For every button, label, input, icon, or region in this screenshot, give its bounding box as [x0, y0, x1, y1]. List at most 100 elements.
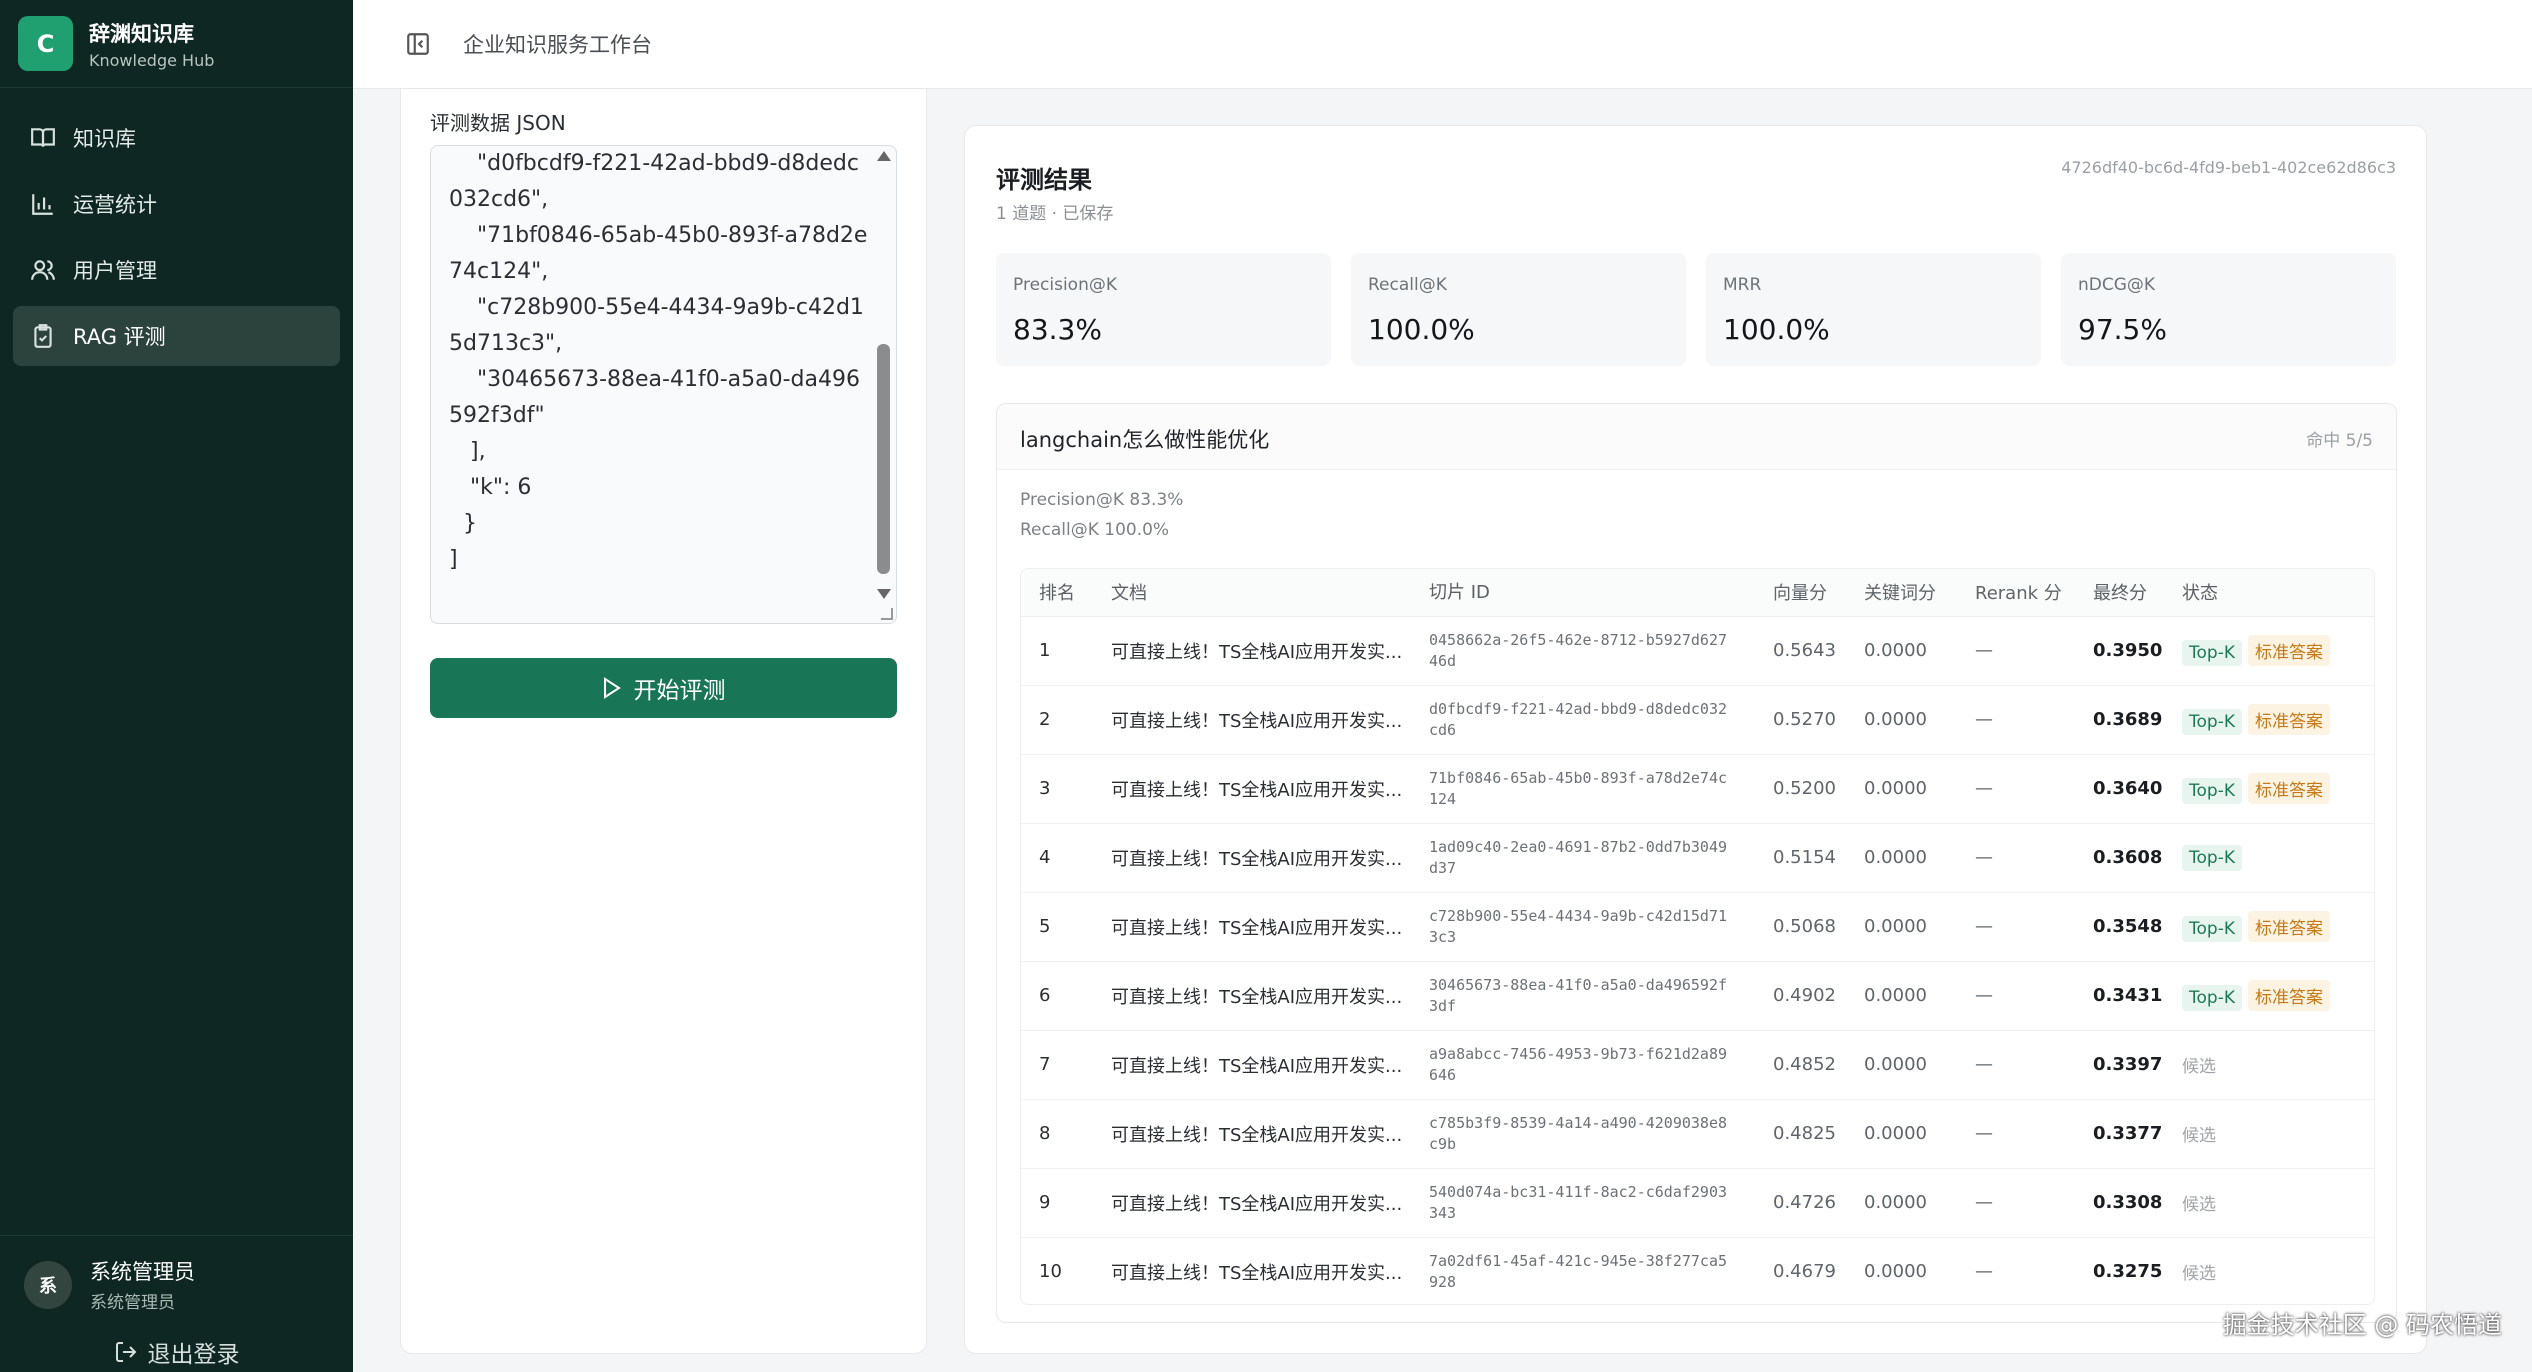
- sidebar-item-label: RAG 评测: [73, 325, 166, 349]
- table-row[interactable]: 6 可直接上线！TS全栈AI应用开发实... 30465673-88ea-41f0-…: [1021, 961, 2374, 1030]
- cell-status: Top-K 标准答案: [2168, 754, 2374, 823]
- cell-final-score: 0.3275: [2093, 1261, 2163, 1282]
- table-row[interactable]: 1 可直接上线！TS全栈AI应用开发实... 0458662a-26f5-462e-…: [1021, 616, 2374, 685]
- scroll-thumb[interactable]: [877, 344, 890, 574]
- query-header: langchain怎么做性能优化 命中 5/5: [997, 404, 2396, 470]
- cell-vector-score: 0.4825: [1773, 1123, 1836, 1144]
- cell-status: Top-K 标准答案: [2168, 616, 2374, 685]
- table-row[interactable]: 9 可直接上线！TS全栈AI应用开发实... 540d074a-bc31-411f-…: [1021, 1168, 2374, 1237]
- results-run-id: 4726df40-bc6d-4fd9-beb1-402ce62d86c3: [2061, 158, 2396, 177]
- topk-badge: Top-K: [2182, 640, 2242, 666]
- cell-keyword-score: 0.0000: [1864, 778, 1927, 799]
- cell-rank: 4: [1039, 847, 1051, 868]
- json-input-label: 评测数据 JSON: [430, 111, 566, 135]
- table-row[interactable]: 4 可直接上线！TS全栈AI应用开发实... 1ad09c40-2ea0-4691-…: [1021, 823, 2374, 892]
- metric-card-precision: Precision@K 83.3%: [996, 253, 1331, 366]
- cell-rerank-score: —: [1975, 1192, 1993, 1213]
- logout-button[interactable]: 退出登录: [0, 1335, 353, 1369]
- query-result-card: langchain怎么做性能优化 命中 5/5 Precision@K 83.3…: [996, 403, 2397, 1323]
- cell-doc: 可直接上线！TS全栈AI应用开发实...: [1111, 917, 1403, 939]
- cell-status: 候选: [2168, 1168, 2374, 1237]
- metric-value: 100.0%: [1723, 313, 1830, 346]
- cell-final-score: 0.3397: [2093, 1054, 2163, 1075]
- table-row[interactable]: 5 可直接上线！TS全栈AI应用开发实... c728b900-55e4-4434-…: [1021, 892, 2374, 961]
- cell-vector-score: 0.5154: [1773, 847, 1836, 868]
- eval-input-panel: 评测数据 JSON "d0fbcdf9-f221-42ad-bbd9-d8ded…: [400, 89, 927, 1354]
- column-header-rank: 排名: [1021, 569, 1093, 617]
- cell-rank: 8: [1039, 1123, 1051, 1144]
- cell-chunk-id: 540d074a-bc31-411f-8ac2-c6daf2903343: [1429, 1182, 1728, 1222]
- brand: C 辞渊知识库 Knowledge Hub: [0, 0, 353, 88]
- cell-status: 候选: [2168, 1030, 2374, 1099]
- cell-doc: 可直接上线！TS全栈AI应用开发实...: [1111, 848, 1403, 870]
- cell-rerank-score: —: [1975, 709, 1993, 730]
- cell-vector-score: 0.5200: [1773, 778, 1836, 799]
- sidebar-toggle-button[interactable]: [403, 29, 433, 59]
- metric-value: 83.3%: [1013, 313, 1102, 346]
- cell-keyword-score: 0.0000: [1864, 847, 1927, 868]
- table-row[interactable]: 10 可直接上线！TS全栈AI应用开发实... 7a02df61-45af-421c…: [1021, 1237, 2374, 1304]
- scroll-down-arrow-icon[interactable]: [877, 589, 891, 599]
- start-eval-button[interactable]: 开始评测: [430, 658, 897, 718]
- results-title: 评测结果: [996, 166, 1092, 194]
- cell-final-score: 0.3308: [2093, 1192, 2163, 1213]
- scroll-up-arrow-icon[interactable]: [877, 151, 891, 161]
- cell-rank: 2: [1039, 709, 1051, 730]
- sidebar-footer: 系 系统管理员 系统管理员 退出登录: [0, 1235, 353, 1372]
- standard-answer-badge: 标准答案: [2247, 635, 2330, 666]
- cell-chunk-id: 0458662a-26f5-462e-8712-b5927d62746d: [1429, 630, 1728, 670]
- cell-final-score: 0.3689: [2093, 709, 2163, 730]
- sidebar-item-label: 运营统计: [73, 193, 157, 217]
- resize-handle-icon[interactable]: [881, 608, 893, 620]
- topk-badge: Top-K: [2182, 985, 2242, 1011]
- sidebar-item-stats[interactable]: 运营统计: [13, 174, 340, 234]
- cell-keyword-score: 0.0000: [1864, 1054, 1927, 1075]
- cell-vector-score: 0.4726: [1773, 1192, 1836, 1213]
- cell-vector-score: 0.5270: [1773, 709, 1836, 730]
- cell-vector-score: 0.5068: [1773, 916, 1836, 937]
- topk-badge: Top-K: [2182, 916, 2242, 942]
- sidebar-item-label: 知识库: [73, 127, 136, 151]
- table-row[interactable]: 3 可直接上线！TS全栈AI应用开发实... 71bf0846-65ab-45b0-…: [1021, 754, 2374, 823]
- sidebar-item-rag-eval[interactable]: RAG 评测: [13, 306, 340, 366]
- sidebar-nav: 知识库 运营统计 用户管理 RAG 评测: [0, 88, 353, 366]
- brand-subtitle: Knowledge Hub: [89, 50, 215, 70]
- cell-final-score: 0.3640: [2093, 778, 2163, 799]
- candidate-badge: 候选: [2182, 1126, 2216, 1146]
- sidebar-item-users[interactable]: 用户管理: [13, 240, 340, 300]
- standard-answer-badge: 标准答案: [2247, 980, 2330, 1011]
- column-header-final-score: 最终分: [2075, 569, 2168, 617]
- cell-doc: 可直接上线！TS全栈AI应用开发实...: [1111, 986, 1403, 1008]
- cell-rerank-score: —: [1975, 1261, 1993, 1282]
- metric-card-ndcg: nDCG@K 97.5%: [2061, 253, 2396, 366]
- standard-answer-badge: 标准答案: [2247, 773, 2330, 804]
- table-row[interactable]: 2 可直接上线！TS全栈AI应用开发实... d0fbcdf9-f221-42ad-…: [1021, 685, 2374, 754]
- cell-rank: 6: [1039, 985, 1051, 1006]
- start-eval-label: 开始评测: [633, 678, 726, 704]
- cell-final-score: 0.3377: [2093, 1123, 2163, 1144]
- panel-collapse-icon: [407, 33, 429, 55]
- cell-doc: 可直接上线！TS全栈AI应用开发实...: [1111, 641, 1403, 663]
- table-row[interactable]: 7 可直接上线！TS全栈AI应用开发实... a9a8abcc-7456-4953-…: [1021, 1030, 2374, 1099]
- cell-chunk-id: c785b3f9-8539-4a14-a490-4209038e8c9b: [1429, 1113, 1728, 1153]
- table-row[interactable]: 8 可直接上线！TS全栈AI应用开发实... c785b3f9-8539-4a14-…: [1021, 1099, 2374, 1168]
- topk-badge: Top-K: [2182, 778, 2242, 804]
- table-header-row: 排名 文档 切片 ID 向量分 关键词分 Rerank 分 最终分 状态: [1021, 569, 2374, 617]
- json-textarea[interactable]: "d0fbcdf9-f221-42ad-bbd9-d8dedc032cd6", …: [430, 145, 897, 624]
- candidate-badge: 候选: [2182, 1264, 2216, 1284]
- cell-rank: 1: [1039, 640, 1051, 661]
- json-textarea-content[interactable]: "d0fbcdf9-f221-42ad-bbd9-d8dedc032cd6", …: [449, 146, 869, 578]
- sidebar-item-knowledge-base[interactable]: 知识库: [13, 108, 340, 168]
- cell-rerank-score: —: [1975, 640, 1993, 661]
- results-subtitle: 1 道题 · 已保存: [996, 204, 1114, 224]
- metric-label: Precision@K: [1013, 275, 1118, 295]
- book-icon: [29, 124, 57, 152]
- user-name: 系统管理员: [90, 1260, 195, 1284]
- logout-label: 退出登录: [147, 1342, 240, 1368]
- cell-keyword-score: 0.0000: [1864, 709, 1927, 730]
- cell-chunk-id: 7a02df61-45af-421c-945e-38f277ca5928: [1429, 1251, 1728, 1291]
- cell-chunk-id: 71bf0846-65ab-45b0-893f-a78d2e74c124: [1429, 768, 1728, 808]
- textarea-scrollbar[interactable]: [874, 146, 892, 623]
- cell-chunk-id: 30465673-88ea-41f0-a5a0-da496592f3df: [1429, 975, 1728, 1015]
- user-role: 系统管理员: [90, 1293, 175, 1313]
